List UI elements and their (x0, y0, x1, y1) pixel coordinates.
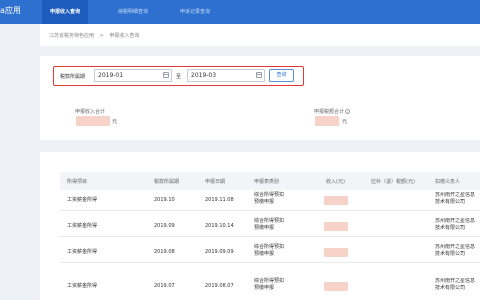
end-period-value: 2019-03 (191, 72, 217, 79)
cell-date: 2019.09.09 (205, 249, 234, 255)
end-period-input[interactable]: 2019-03 (187, 69, 265, 82)
top-nav-bar: a应用 申报收入查询 纳税明细查询 申诉记录查询 (0, 0, 480, 24)
period-separator: 至 (176, 74, 182, 80)
start-period-value: 2019-01 (98, 72, 124, 79)
start-period-input[interactable]: 2019-01 (94, 69, 172, 82)
cell-item: 工资薪金所得 (67, 283, 98, 289)
tab-tax-detail-query[interactable]: 纳税明细查询 (110, 0, 156, 24)
cell-category: 综合所得预扣预缴申报 (254, 278, 285, 291)
row-divider (60, 210, 480, 211)
cell-item: 工资薪金所得 (67, 223, 98, 229)
calendar-icon[interactable] (163, 72, 169, 78)
cell-item: 工资薪金所得 (67, 197, 98, 203)
breadcrumb-item-special-apps[interactable]: 江苏省税务特色应用 (49, 33, 94, 39)
income-total-redacted (76, 116, 110, 126)
breadcrumb-separator: > (99, 33, 104, 39)
breadcrumb: 江苏省税务特色应用 > 申报收入查询 (49, 32, 143, 39)
query-button[interactable]: 查询 (269, 69, 294, 82)
cell-period: 2019.08 (154, 249, 175, 255)
income-total-unit: 元 (112, 119, 118, 125)
breadcrumb-card: 江苏省税务特色应用 > 申报收入查询 (40, 24, 480, 46)
cell-category: 综合所得预扣预缴申报 (254, 244, 285, 257)
header-period: 税款所属期 (154, 179, 180, 185)
cell-category: 综合所得预扣预缴申报 (254, 192, 285, 205)
tax-total-unit: 元 (342, 119, 348, 125)
cell-income-redacted (324, 196, 348, 205)
cell-income-redacted (324, 282, 348, 291)
header-category: 申报表类别 (254, 179, 280, 185)
header-payer: 扣缴义务人 (435, 179, 461, 185)
tax-total-label: 申报税额合计 i (314, 108, 351, 115)
table-header: 所得项目 税款所属期 申报日期 申报表类别 收入(元) 应补（退）税额(元) 扣… (60, 172, 480, 190)
row-divider (60, 236, 480, 237)
cell-income-redacted (324, 222, 348, 231)
cell-period: 2019.10 (154, 197, 175, 203)
income-table: 所得项目 税款所属期 申报日期 申报表类别 收入(元) 应补（退）税额(元) 扣… (40, 152, 480, 300)
cell-period: 2019.09 (154, 223, 175, 229)
filter-panel: 税款所属期 2019-01 至 2019-03 查询 申报收入合计 元 申报税额… (40, 56, 480, 140)
cell-date: 2019.11.08 (205, 197, 234, 203)
tab-appeal-record-query[interactable]: 申诉记录查询 (172, 0, 218, 24)
cell-income-redacted (324, 248, 348, 257)
tax-total-label-text: 申报税额合计 (314, 109, 345, 115)
header-date: 申报日期 (205, 179, 226, 185)
period-label: 税款所属期 (60, 74, 86, 80)
cell-payer: 苏州南开之星信息技术有限公司 (435, 218, 476, 231)
header-item: 所得项目 (67, 179, 88, 185)
cell-payer: 苏州南开之星信息技术有限公司 (435, 192, 476, 205)
cell-date: 2019.10.14 (205, 223, 234, 229)
calendar-icon[interactable] (256, 72, 262, 78)
app-title: a应用 (0, 6, 21, 15)
income-total-label: 申报收入合计 (75, 109, 106, 115)
tax-total-redacted (315, 116, 339, 126)
cell-payer: 苏州南开之星信息技术有限公司 (435, 278, 476, 291)
row-divider (60, 262, 480, 263)
cell-item: 工资薪金所得 (67, 249, 98, 255)
cell-date: 2019.08.07 (205, 283, 234, 289)
cell-payer: 苏州南开之星信息技术有限公司 (435, 244, 476, 257)
header-income: 收入(元) (326, 179, 345, 185)
breadcrumb-item-current: 申报收入查询 (109, 33, 140, 39)
header-tax: 应补（退）税额(元) (371, 179, 415, 185)
tab-income-query[interactable]: 申报收入查询 (42, 0, 89, 24)
cell-category: 综合所得预扣预缴申报 (254, 218, 285, 231)
info-icon[interactable]: i (345, 109, 351, 114)
cell-period: 2019.07 (154, 283, 175, 289)
